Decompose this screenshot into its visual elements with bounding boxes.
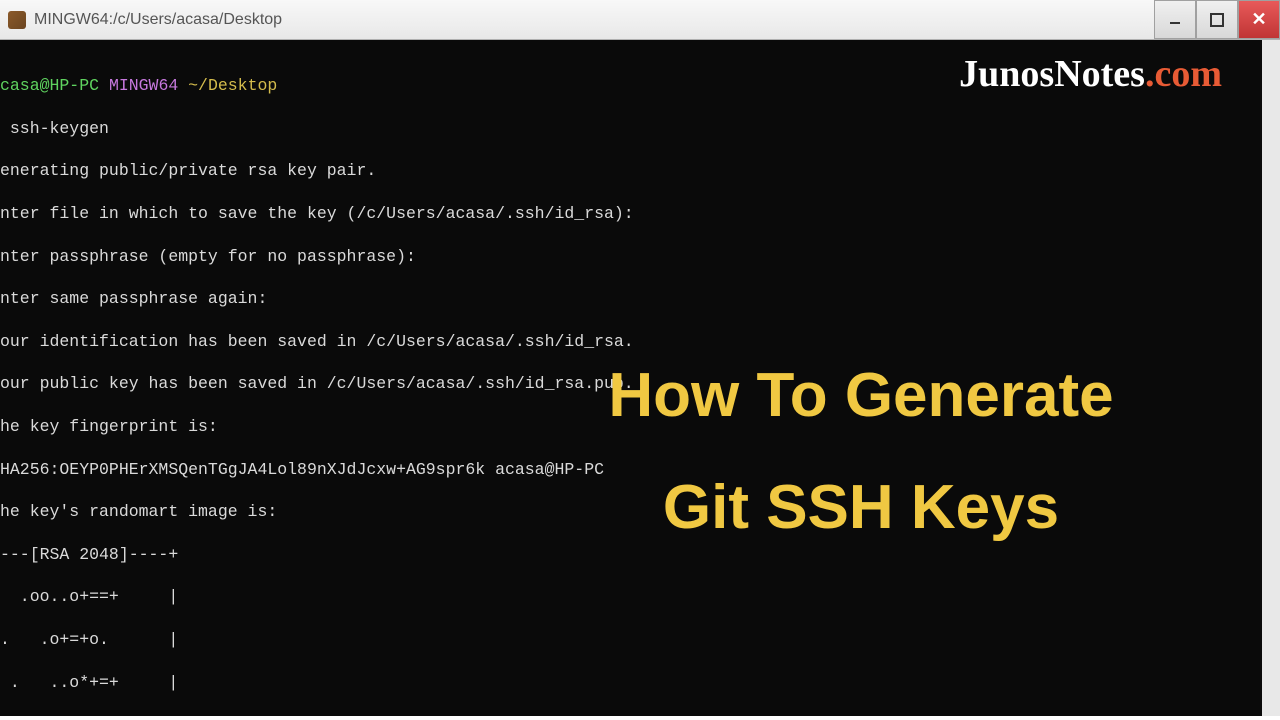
output-line: nter passphrase (empty for no passphrase… [0,246,1262,267]
randomart-line: . ..o*+=+ | [0,672,1262,693]
prompt-env: MINGW64 [109,76,178,95]
minimize-icon [1170,16,1180,24]
output-line: enerating public/private rsa key pair. [0,160,1262,181]
window-controls: ✕ [1154,0,1280,39]
randomart-line: . .o+=+o. | [0,629,1262,650]
headline-overlay: How To Generate Git SSH Keys [520,340,1202,563]
randomart-line: .oo..o+==+ | [0,586,1262,607]
brand-name: JunosNotes [959,53,1145,95]
window-titlebar: MINGW64:/c/Users/acasa/Desktop ✕ [0,0,1280,40]
prompt-path: ~/Desktop [188,76,277,95]
close-button[interactable]: ✕ [1238,0,1280,39]
command-line: ssh-keygen [0,118,1262,139]
randomart-line: . ==.X.oo | [0,714,1262,716]
brand-watermark: JunosNotes.com [959,64,1222,85]
brand-tld: com [1154,53,1222,95]
maximize-button[interactable] [1196,0,1238,39]
output-line: nter file in which to save the key (/c/U… [0,203,1262,224]
headline-line-2: Git SSH Keys [520,452,1202,564]
maximize-icon [1210,13,1224,27]
app-icon [8,11,26,29]
minimize-button[interactable] [1154,0,1196,39]
output-line: nter same passphrase again: [0,288,1262,309]
window-title: MINGW64:/c/Users/acasa/Desktop [34,11,282,29]
prompt-user: casa@HP-PC [0,76,99,95]
headline-line-1: How To Generate [520,340,1202,452]
terminal-area[interactable]: casa@HP-PC MINGW64 ~/Desktop ssh-keygen … [0,40,1280,716]
close-icon: ✕ [1251,9,1266,30]
